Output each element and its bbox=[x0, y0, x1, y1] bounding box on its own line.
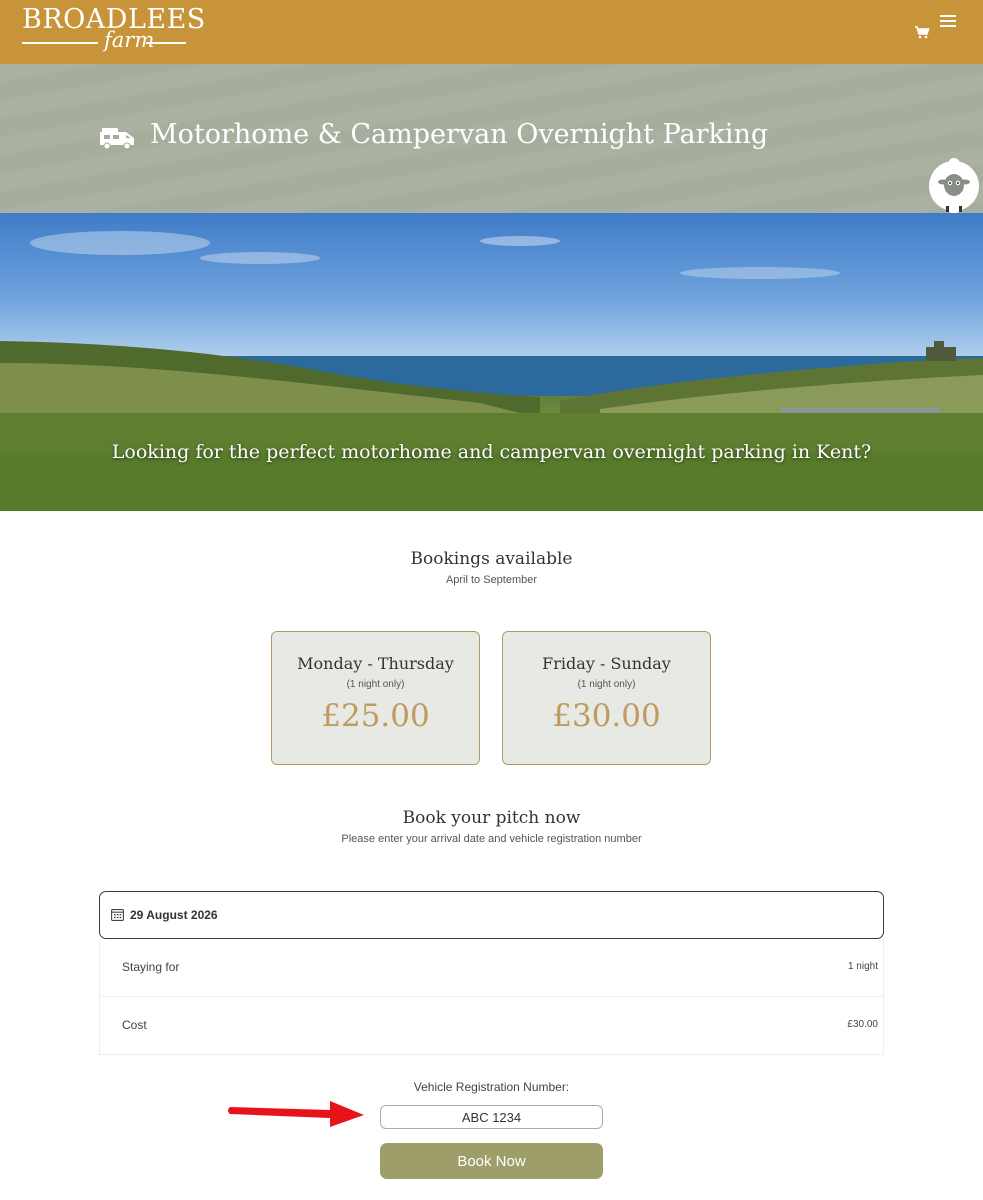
price-card-note: (1 night only) bbox=[577, 679, 636, 690]
red-arrow-icon bbox=[228, 1101, 364, 1127]
hero-caption: Looking for the perfect motorhome and ca… bbox=[111, 441, 872, 463]
logo-subtext: farm bbox=[104, 28, 155, 52]
landscape-illustration bbox=[0, 231, 983, 511]
page-title-band: Motorhome & Campervan Overnight Parking bbox=[0, 64, 983, 214]
price-card-title: Monday - Thursday bbox=[297, 654, 454, 673]
motorhome-icon bbox=[100, 128, 134, 150]
staying-for-row: Staying for 1 night bbox=[99, 939, 884, 997]
staying-for-value: 1 night bbox=[847, 961, 878, 972]
broadlees-farm-logo[interactable]: BROADLEES farm bbox=[22, 4, 205, 58]
logo-rule-right bbox=[146, 42, 186, 44]
calendar-icon bbox=[111, 909, 124, 921]
price-card-weekday: Monday - Thursday (1 night only) £25.00 bbox=[271, 631, 480, 765]
book-section-title: Book your pitch now bbox=[402, 808, 581, 828]
bookings-subtitle: April to September bbox=[445, 574, 538, 586]
book-section-subtitle: Please enter your arrival date and vehic… bbox=[341, 833, 642, 845]
sheep-icon bbox=[929, 158, 979, 214]
staying-for-label: Staying for bbox=[122, 960, 180, 974]
arrival-date-picker[interactable]: 29 August 2026 bbox=[99, 891, 884, 939]
price-card-price: £30.00 bbox=[552, 698, 661, 734]
cost-value: £30.00 bbox=[847, 1019, 878, 1030]
price-card-price: £25.00 bbox=[321, 698, 430, 734]
price-card-note: (1 night only) bbox=[346, 679, 405, 690]
cost-label: Cost bbox=[122, 1018, 147, 1032]
book-now-button[interactable]: Book Now bbox=[380, 1143, 603, 1179]
hamburger-menu-icon[interactable] bbox=[938, 12, 960, 32]
site-header: BROADLEES farm bbox=[0, 0, 983, 64]
arrival-date-value: 29 August 2026 bbox=[130, 908, 218, 922]
logo-rule-left bbox=[22, 42, 98, 44]
hero-image: Looking for the perfect motorhome and ca… bbox=[0, 213, 983, 511]
bookings-title: Bookings available bbox=[410, 549, 573, 569]
vehicle-registration-label: Vehicle Registration Number: bbox=[413, 1080, 570, 1094]
cart-icon[interactable] bbox=[914, 24, 930, 40]
page-title: Motorhome & Campervan Overnight Parking bbox=[150, 119, 769, 150]
price-card-weekend: Friday - Sunday (1 night only) £30.00 bbox=[502, 631, 711, 765]
vehicle-registration-input[interactable] bbox=[380, 1105, 603, 1129]
cost-row: Cost £30.00 bbox=[99, 997, 884, 1055]
price-card-title: Friday - Sunday bbox=[542, 654, 671, 673]
